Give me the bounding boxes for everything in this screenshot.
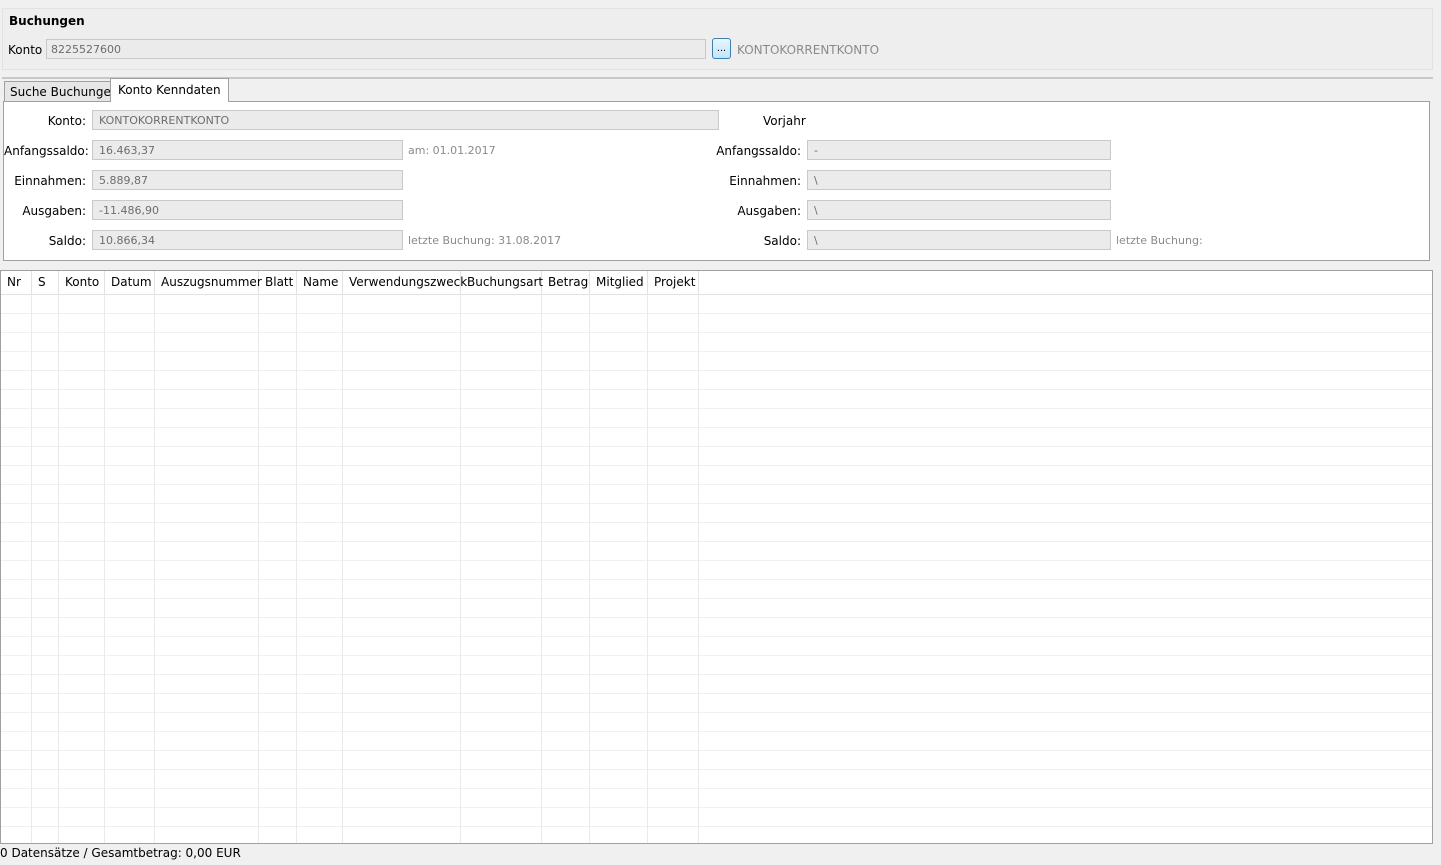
table-row-line <box>1 693 1432 694</box>
kd-saldo-label: Saldo: <box>48 234 86 248</box>
table-row-line <box>1 446 1432 447</box>
kd-einnahmen-field[interactable]: 5.889,87 <box>92 170 403 190</box>
column-header-verwendungszweck[interactable]: Verwendungszweck <box>343 271 467 294</box>
table-row-line <box>1 389 1432 390</box>
table-column-line <box>342 294 343 843</box>
buchungen-table[interactable]: Nr S Konto Datum Auszugsnummer Blatt Nam… <box>0 270 1433 844</box>
status-text: 0 Datensätze / Gesamtbetrag: 0,00 EUR <box>0 846 241 860</box>
kd-anfangssaldo-label: Anfangssaldo: <box>4 144 89 158</box>
table-column-line <box>31 294 32 843</box>
column-header-nr[interactable]: Nr <box>1 271 32 294</box>
konto-label: Konto <box>8 43 43 57</box>
table-row-line <box>1 731 1432 732</box>
table-row-line <box>1 750 1432 751</box>
kd-anfangssaldo-field[interactable]: 16.463,37 <box>92 140 403 160</box>
vj-saldo-field[interactable]: \ <box>807 230 1111 250</box>
table-row-line <box>1 788 1432 789</box>
table-column-line <box>647 294 648 843</box>
column-header-s[interactable]: S <box>32 271 59 294</box>
column-header-datum[interactable]: Datum <box>105 271 155 294</box>
konto-browse-button[interactable]: ... <box>712 38 731 59</box>
column-header-mitglied[interactable]: Mitglied <box>590 271 648 294</box>
vj-saldo-label: Saldo: <box>763 234 801 248</box>
table-row-line <box>1 370 1432 371</box>
table-row-line <box>1 769 1432 770</box>
tab-suche-buchungen[interactable]: Suche Buchungen <box>4 81 125 102</box>
kd-ausgaben-field[interactable]: -11.486,90 <box>92 200 403 220</box>
vj-ausgaben-field[interactable]: \ <box>807 200 1111 220</box>
table-row-line <box>1 541 1432 542</box>
vorjahr-title: Vorjahr <box>763 114 806 128</box>
column-header-konto[interactable]: Konto <box>59 271 105 294</box>
table-column-line <box>104 294 105 843</box>
table-column-line <box>258 294 259 843</box>
column-header-buchungsart[interactable]: Buchungsart <box>461 271 543 294</box>
kd-saldo-field[interactable]: 10.866,34 <box>92 230 403 250</box>
kd-konto-label: Konto: <box>47 114 86 128</box>
kd-anfangssaldo-date: am: 01.01.2017 <box>408 144 496 157</box>
vj-einnahmen-field[interactable]: \ <box>807 170 1111 190</box>
table-column-line <box>296 294 297 843</box>
table-row-line <box>1 598 1432 599</box>
table-row-line <box>1 503 1432 504</box>
konto-name-text: KONTOKORRENTKONTO <box>737 43 880 57</box>
table-row-line <box>1 465 1432 466</box>
kd-konto-field[interactable]: KONTOKORRENTKONTO <box>92 110 719 130</box>
kd-einnahmen-label: Einnahmen: <box>14 174 86 188</box>
table-row-line <box>1 674 1432 675</box>
table-row-line <box>1 826 1432 827</box>
tab-konto-kenndaten[interactable]: Konto Kenndaten <box>110 78 229 102</box>
vj-saldo-letzte-buchung: letzte Buchung: <box>1116 234 1203 247</box>
table-column-line <box>698 294 699 843</box>
kd-ausgaben-label: Ausgaben: <box>22 204 86 218</box>
table-row-line <box>1 522 1432 523</box>
table-column-line <box>589 294 590 843</box>
table-row-line <box>1 807 1432 808</box>
table-row-line <box>1 313 1432 314</box>
vj-einnahmen-label: Einnahmen: <box>729 174 801 188</box>
column-header-name[interactable]: Name <box>297 271 343 294</box>
table-header: Nr S Konto Datum Auszugsnummer Blatt Nam… <box>1 271 1432 295</box>
table-row-line <box>1 655 1432 656</box>
table-row-line <box>1 332 1432 333</box>
table-row-line <box>1 712 1432 713</box>
group-title: Buchungen <box>9 14 85 28</box>
column-header-betrag[interactable]: Betrag <box>542 271 590 294</box>
column-header-projekt[interactable]: Projekt <box>648 271 699 294</box>
konto-input[interactable]: 8225527600 <box>46 39 706 59</box>
table-column-line <box>58 294 59 843</box>
table-row-line <box>1 408 1432 409</box>
vj-ausgaben-label: Ausgaben: <box>737 204 801 218</box>
table-row-line <box>1 484 1432 485</box>
column-header-auszugsnummer[interactable]: Auszugsnummer <box>155 271 262 294</box>
vj-anfangssaldo-field[interactable]: - <box>807 140 1111 160</box>
column-header-blatt[interactable]: Blatt <box>259 271 297 294</box>
table-row-line <box>1 579 1432 580</box>
table-row-line <box>1 617 1432 618</box>
kd-saldo-letzte-buchung: letzte Buchung: 31.08.2017 <box>408 234 562 247</box>
table-row-line <box>1 351 1432 352</box>
table-row-line <box>1 636 1432 637</box>
table-row-line <box>1 427 1432 428</box>
table-row-line <box>1 560 1432 561</box>
table-column-line <box>460 294 461 843</box>
table-column-line <box>541 294 542 843</box>
table-column-line <box>154 294 155 843</box>
vj-anfangssaldo-label: Anfangssaldo: <box>716 144 801 158</box>
